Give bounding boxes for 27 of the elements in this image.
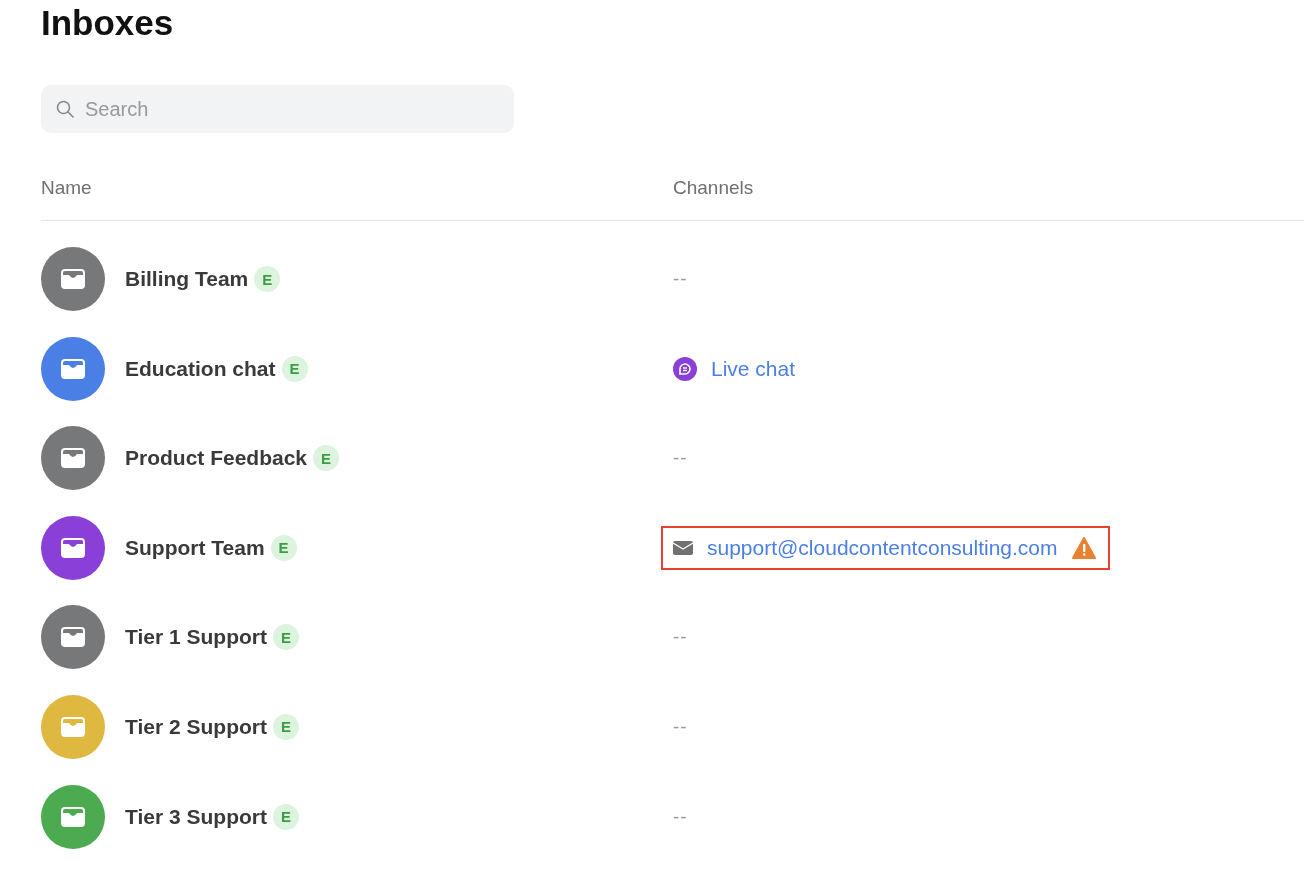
chat-bubble-icon [673, 356, 697, 381]
inbox-badge: E [281, 355, 308, 382]
inbox-name[interactable]: Product Feedback [125, 446, 308, 471]
envelope-icon [673, 540, 693, 555]
empty-channel: -- [673, 626, 688, 648]
column-header: Channels [673, 177, 755, 199]
empty-channel: -- [673, 447, 688, 469]
empty-channel: -- [673, 805, 688, 827]
empty-channel: -- [673, 268, 688, 289]
column-header: Name [41, 177, 93, 199]
inbox-name[interactable]: Tier 2 Support [125, 714, 267, 739]
search-field[interactable]: Search [41, 85, 514, 133]
inbox-badge: E [272, 803, 299, 830]
inbox-badge: E [272, 624, 299, 651]
inbox-badge: E [272, 713, 299, 740]
inbox-badge: E [270, 534, 297, 561]
channel-link[interactable]: support@cloudcontentconsulting.com [707, 535, 1058, 560]
inbox-name[interactable]: Education chat [125, 356, 276, 381]
empty-channel: -- [673, 715, 688, 737]
inbox-name[interactable]: Billing Team [125, 267, 249, 291]
inbox-badge: E [313, 445, 340, 472]
page-title: Inboxes [41, 2, 175, 44]
inbox-name[interactable]: Tier 1 Support [125, 625, 267, 650]
channel-link[interactable]: Live chat [711, 356, 796, 381]
inbox-name[interactable]: Support Team [125, 535, 265, 560]
inbox-badge: E [254, 266, 281, 292]
inbox-name[interactable]: Tier 3 Support [125, 804, 267, 829]
